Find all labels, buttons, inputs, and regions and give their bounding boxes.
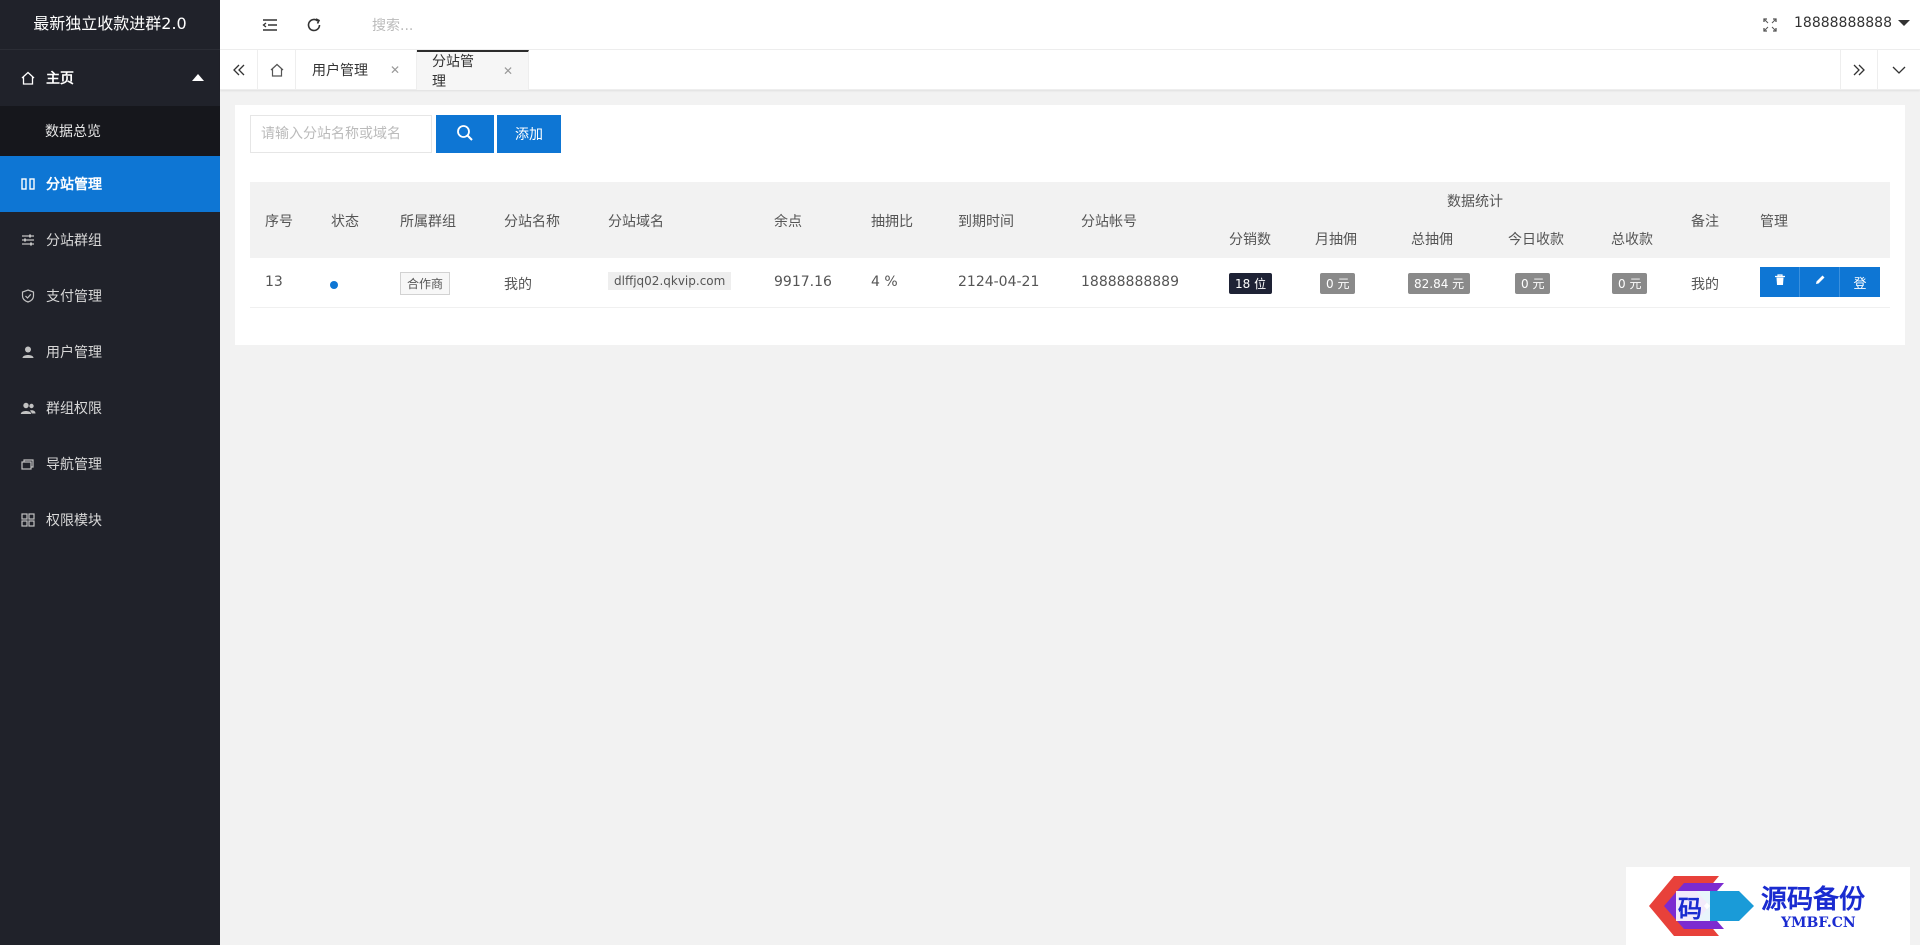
sliders-icon [20,232,36,248]
col-expire: 到期时间 [958,214,1014,230]
sidebar-item-label: 支付管理 [46,289,102,305]
status-dot-icon [330,281,338,289]
cell-commission-rate: 4 % [871,274,898,290]
tab-user-management[interactable]: 用户管理 ✕ [297,50,417,90]
cell-group-tag: 合作商 [400,272,451,295]
substation-search-input[interactable] [250,115,432,153]
sidebar-item-groups[interactable]: 分站群组 [0,212,220,268]
login-button[interactable]: 登 [1840,267,1880,297]
cell-index: 13 [265,274,283,290]
table-row: 13 合作商 我的 dlffjq02.qkvip.com 9917.16 4 %… [250,258,1890,308]
cell-distributors-badge: 18 位 [1229,273,1273,294]
edit-button[interactable] [1800,267,1840,297]
col-index: 序号 [265,214,293,230]
close-icon[interactable]: ✕ [503,64,513,78]
tab-label: 分站管理 [432,54,474,90]
columns-icon [20,176,36,192]
logo-char: 码 [1678,894,1702,923]
tab-menu-chevron-down-icon[interactable] [1880,50,1918,90]
sidebar-item-label: 群组权限 [46,401,102,417]
menu-toggle-icon[interactable] [258,13,282,37]
col-name: 分站名称 [504,214,560,230]
sidebar-item-substations[interactable]: 分站管理 [0,156,220,212]
user-icon [20,344,36,360]
trash-icon [1774,274,1786,290]
sidebar-item-users[interactable]: 用户管理 [0,324,220,380]
tab-substation-management[interactable]: 分站管理 ✕ [417,50,529,90]
cell-domain: dlffjq02.qkvip.com [608,272,732,290]
pencil-icon [1814,274,1826,290]
sidebar-item-navigation[interactable]: 导航管理 [0,436,220,492]
search-button[interactable] [436,115,494,153]
refresh-icon[interactable] [302,13,326,37]
col-remark: 备注 [1691,214,1719,230]
col-group: 所属群组 [400,214,456,230]
substation-table: 序号 状态 所属群组 分站名称 分站域名 余点 抽拥比 到期时间 分站帐号 数据… [250,182,1890,308]
user-menu[interactable]: 18888888888 [1794,15,1910,31]
col-balance: 余点 [774,214,802,230]
watermark-subtitle: YMBF.CN [1781,915,1856,931]
col-today-revenue: 今日收款 [1508,232,1564,248]
col-monthly-commission: 月抽佣 [1315,232,1357,248]
col-manage: 管理 [1760,214,1788,230]
col-commission-rate: 抽拥比 [871,214,913,230]
cell-name: 我的 [504,277,532,293]
cell-expire: 2124-04-21 [958,274,1040,290]
global-search-input[interactable] [372,15,672,37]
col-account: 分站帐号 [1081,214,1137,230]
cell-balance: 9917.16 [774,274,832,290]
close-icon[interactable]: ✕ [390,63,400,77]
col-domain: 分站域名 [608,214,664,230]
grid-icon [20,512,36,528]
add-button[interactable]: 添加 [497,115,561,153]
watermark-title: 源码备份 [1761,885,1866,915]
sidebar-item-label: 权限模块 [46,513,102,529]
top-header: 18888888888 [220,0,1920,50]
tab-label: 用户管理 [312,63,368,79]
watermark-logo: 码 源码备份 YMBF.CN [1626,867,1910,945]
fullscreen-icon[interactable] [1758,13,1782,37]
sidebar-item-overview[interactable]: 数据总览 [0,106,220,156]
sidebar-item-label: 导航管理 [46,457,102,473]
cell-total-revenue-badge: 0 元 [1612,273,1648,294]
table-header: 序号 状态 所属群组 分站名称 分站域名 余点 抽拥比 到期时间 分站帐号 数据… [250,182,1890,258]
shield-check-icon [20,288,36,304]
sidebar: 最新独立收款进群2.0 主页 数据总览 分站管理 分站群组 支付管理 用户管理 [0,0,220,945]
tab-bar: 用户管理 ✕ 分站管理 ✕ [220,50,1920,90]
cell-remark: 我的 [1691,277,1719,293]
sidebar-item-payment[interactable]: 支付管理 [0,268,220,324]
sidebar-item-label: 分站管理 [46,177,102,193]
sidebar-item-label: 分站群组 [46,233,102,249]
tab-home-icon[interactable] [258,50,296,90]
sidebar-item-permission-modules[interactable]: 权限模块 [0,492,220,548]
users-icon [20,400,36,416]
home-icon [20,70,36,86]
sidebar-item-label: 用户管理 [46,345,102,361]
cell-today-revenue-badge: 0 元 [1515,273,1551,294]
sidebar-item-group-permissions[interactable]: 群组权限 [0,380,220,436]
content-card: 添加 序号 状态 所属群组 分站名称 分站域名 余点 抽拥比 到期时间 分站帐号… [235,105,1905,345]
cell-monthly-commission-badge: 0 元 [1320,273,1356,294]
col-distributors: 分销数 [1229,232,1271,248]
col-total-commission: 总抽佣 [1411,232,1453,248]
delete-button[interactable] [1760,267,1800,297]
scroll-tabs-right-icon[interactable] [1840,50,1878,90]
col-status: 状态 [331,214,359,230]
search-icon [456,124,474,145]
sidebar-item-home[interactable]: 主页 [0,50,220,106]
cards-icon [20,456,36,472]
caret-up-icon [192,74,204,81]
scroll-tabs-left-icon[interactable] [220,50,258,90]
cell-account: 18888888889 [1081,274,1179,290]
caret-down-icon [1898,20,1910,26]
cell-total-commission-badge: 82.84 元 [1408,273,1471,294]
col-total-revenue: 总收款 [1611,232,1653,248]
app-title: 最新独立收款进群2.0 [0,0,220,50]
col-group-stats: 数据统计 [1447,194,1503,210]
user-name: 18888888888 [1794,15,1892,31]
sidebar-item-label: 主页 [46,71,74,87]
